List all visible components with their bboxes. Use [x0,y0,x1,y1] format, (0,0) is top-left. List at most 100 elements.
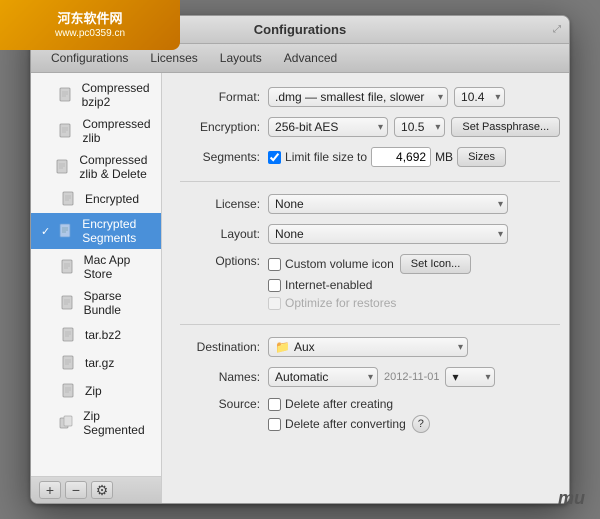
names-date-select[interactable]: ▾ [445,367,495,387]
watermark-line2: www.pc0359.cn [55,28,125,39]
segments-row: Segments: Limit file size to MB Sizes [180,147,560,167]
sidebar-item-mac-app-store[interactable]: Mac App Store [31,249,161,285]
custom-volume-label: Custom volume icon [285,257,394,271]
license-select[interactable]: None [268,194,508,214]
sidebar-list: Compressed bzip2 Compressed zlib [31,73,161,476]
names-date: 2012-11-01 [384,371,439,383]
divider-2 [180,324,560,325]
sidebar-item-compressed-zlib-delete[interactable]: Compressed zlib & Delete [31,149,161,185]
tab-advanced[interactable]: Advanced [274,48,347,68]
item-label-7: tar.bz2 [85,328,121,342]
set-passphrase-button[interactable]: Set Passphrase... [451,117,560,137]
license-row: License: None [180,194,560,214]
encryption-row: Encryption: 256-bit AES 10.5 Set Passphr… [180,117,560,137]
sidebar-item-compressed-zlib[interactable]: Compressed zlib [31,113,161,149]
item-check-1 [41,125,50,137]
sidebar-item-encrypted[interactable]: Encrypted [31,185,161,213]
help-button[interactable]: ? [412,415,430,433]
item-label-6: Sparse Bundle [84,289,153,317]
item-label-1: Compressed zlib [82,117,153,145]
license-control: None [268,194,560,214]
resize-icon[interactable]: ⤢ [553,24,561,35]
layout-select[interactable]: None [268,224,508,244]
watermark-line1: 河东软件网 [55,11,125,28]
watermark: 河东软件网 www.pc0359.cn [0,0,180,50]
item-icon-10 [57,413,77,433]
mu-logo: mu [558,488,585,509]
custom-volume-checkbox-row: Custom volume icon [268,257,394,271]
license-label: License: [180,197,260,211]
item-check-2 [41,161,47,173]
options-control: Custom volume icon Set Icon... Internet-… [268,254,560,310]
item-label-9: Zip [85,384,102,398]
sidebar-item-tar-gz[interactable]: tar.gz [31,349,161,377]
encryption-control: 256-bit AES 10.5 Set Passphrase... [268,117,560,137]
set-icon-button[interactable]: Set Icon... [400,254,472,274]
sidebar-item-encrypted-segments[interactable]: ✓ Encrypted Segments [31,213,161,249]
item-check-9 [41,385,53,397]
destination-select[interactable]: 📁 Aux [268,337,468,357]
internet-enabled-checkbox[interactable] [268,279,281,292]
item-label-5: Mac App Store [84,253,153,281]
encryption-version-select[interactable]: 10.5 [394,117,445,137]
sidebar: Compressed bzip2 Compressed zlib [31,73,162,503]
optimize-restores-checkbox[interactable] [268,297,281,310]
delete-converting-checkbox[interactable] [268,418,281,431]
names-select[interactable]: Automatic [268,367,378,387]
sidebar-item-tar-bz2[interactable]: tar.bz2 [31,321,161,349]
item-check-8 [41,357,53,369]
tab-layouts[interactable]: Layouts [210,48,272,68]
delete-creating-checkbox-row: Delete after creating [268,397,393,411]
add-button[interactable]: + [39,481,61,499]
layout-label: Layout: [180,227,260,241]
optimize-restores-label: Optimize for restores [285,296,396,310]
encryption-select[interactable]: 256-bit AES [268,117,388,137]
remove-button[interactable]: − [65,481,87,499]
segments-checkbox-label: Limit file size to [285,150,367,164]
format-select[interactable]: .dmg — smallest file, slower [268,87,448,107]
segments-checkbox[interactable] [268,151,281,164]
folder-icon: 📁 [275,340,290,354]
internet-enabled-label: Internet-enabled [285,278,372,292]
internet-enabled-checkbox-row: Internet-enabled [268,278,372,292]
format-control: .dmg — smallest file, slower 10.4 [268,87,560,107]
item-label-8: tar.gz [85,356,114,370]
item-check-5 [41,261,52,273]
custom-volume-checkbox[interactable] [268,258,281,271]
item-label-2: Compressed zlib & Delete [79,153,153,181]
delete-creating-checkbox[interactable] [268,398,281,411]
content-area: Compressed bzip2 Compressed zlib [31,73,569,503]
main-window: Configurations ⤢ Configurations Licenses… [30,15,570,504]
options-label: Options: [180,254,260,268]
item-icon-9 [59,381,79,401]
divider-1 [180,181,560,182]
item-check-4: ✓ [41,225,50,238]
sizes-button[interactable]: Sizes [457,147,506,167]
delete-creating-label: Delete after creating [285,397,393,411]
item-icon-6 [58,293,78,313]
segments-size-input[interactable] [371,147,431,167]
segments-unit: MB [435,150,453,164]
sidebar-item-zip-segmented[interactable]: Zip Segmented [31,405,161,441]
format-row: Format: .dmg — smallest file, slower 10.… [180,87,560,107]
item-icon-5 [58,257,78,277]
main-panel: Format: .dmg — smallest file, slower 10.… [162,73,570,503]
item-check-10 [41,417,51,429]
format-version-select[interactable]: 10.4 [454,87,505,107]
item-check-7 [41,329,53,341]
item-check-0 [41,89,50,101]
settings-button[interactable]: ⚙ [91,481,113,499]
sidebar-item-sparse-bundle[interactable]: Sparse Bundle [31,285,161,321]
names-row: Names: Automatic 2012-11-01 ▾ [180,367,560,387]
sidebar-item-zip[interactable]: Zip [31,377,161,405]
item-label-0: Compressed bzip2 [82,81,153,109]
tab-licenses[interactable]: Licenses [140,48,207,68]
encryption-label: Encryption: [180,120,260,134]
item-icon-1 [56,121,76,141]
tab-configurations[interactable]: Configurations [41,48,138,68]
item-check-6 [41,297,52,309]
sidebar-item-compressed-bzip2[interactable]: Compressed bzip2 [31,77,161,113]
item-icon-8 [59,353,79,373]
source-control: Delete after creating Delete after conve… [268,397,560,433]
item-icon-3 [59,189,79,209]
